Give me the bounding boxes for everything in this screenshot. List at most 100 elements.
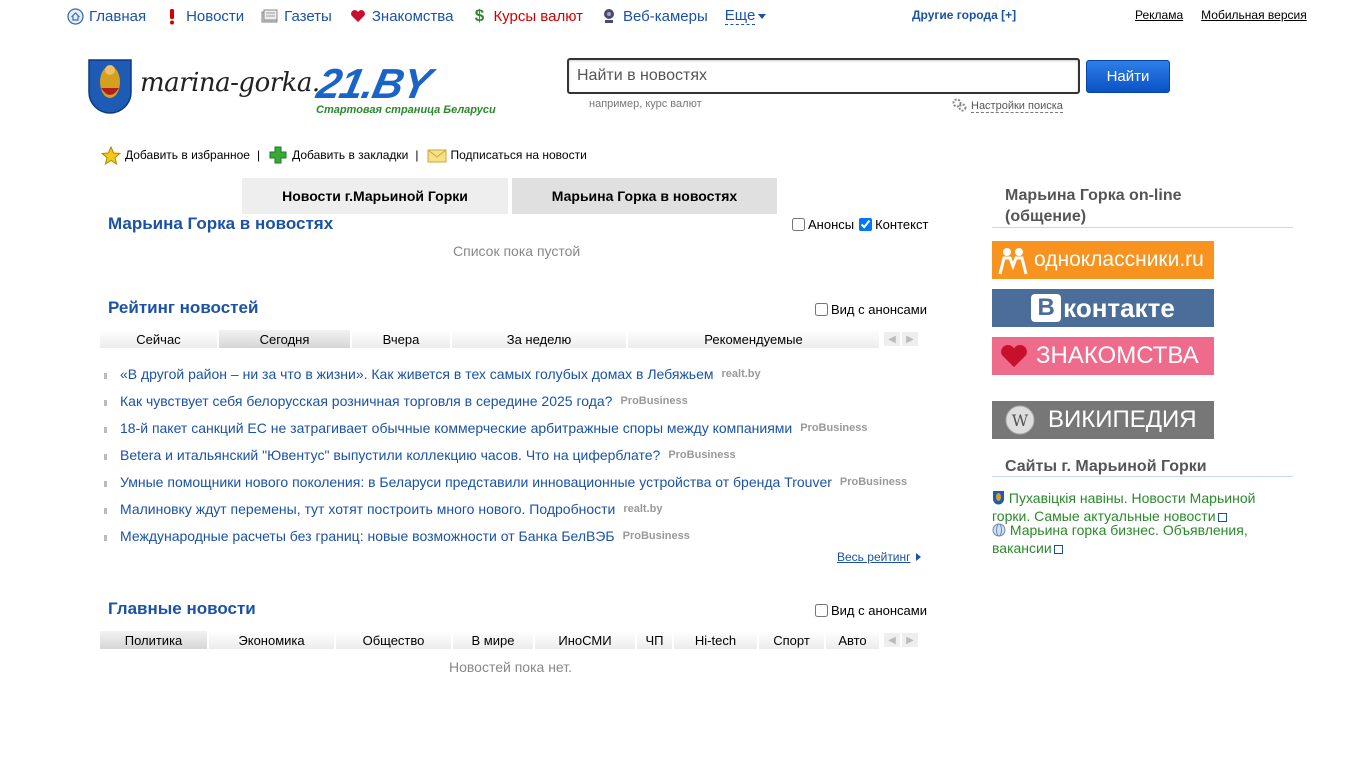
all-rating-link[interactable]: Весь рейтинг [837, 550, 921, 564]
vk-icon: В [1031, 294, 1062, 322]
newspaper-icon [261, 7, 279, 25]
search-input[interactable]: Найти в новостях [567, 58, 1080, 94]
arrow-right-icon[interactable]: ▶ [902, 633, 918, 647]
wikipedia-banner[interactable]: W ВИКИПЕДИЯ [992, 401, 1214, 439]
tab-society[interactable]: Общество [336, 631, 453, 649]
vkontakte-label: контакте [1063, 292, 1175, 323]
odnoklassniki-banner[interactable]: одноклассники.ru [992, 241, 1214, 279]
city-logo-text[interactable]: marina-gorka. [140, 68, 320, 98]
home-icon [66, 7, 84, 25]
arrow-left-icon[interactable]: ◀ [884, 332, 900, 346]
tab-auto[interactable]: Авто [826, 631, 881, 649]
rating-tab-recommended[interactable]: Рекомендуемые [628, 330, 881, 348]
wikipedia-label: ВИКИПЕДИЯ [1048, 406, 1197, 433]
site-link-business[interactable]: Марьина горка бизнес. Объявления, ваканс… [992, 522, 1282, 556]
nav-dating[interactable]: Знакомства [349, 7, 453, 25]
main-news-tab-arrows: ◀ ▶ [884, 631, 918, 649]
search-button[interactable]: Найти [1086, 60, 1170, 93]
arrow-left-icon[interactable]: ◀ [884, 633, 900, 647]
webcam-icon [600, 7, 618, 25]
in-news-empty: Список пока пустой [453, 243, 581, 259]
brand-slogan: Стартовая страница Беларуси [316, 104, 496, 116]
news-source: realt.by [721, 367, 761, 380]
tab-sport[interactable]: Спорт [759, 631, 826, 649]
nav-currency[interactable]: $ Курсы валют [470, 6, 583, 25]
rating-announces-toggle[interactable]: Вид с анонсами [815, 302, 927, 317]
site-label: Марьина горка бизнес. Объявления, ваканс… [992, 522, 1248, 556]
nav-newspapers[interactable]: Газеты [261, 7, 332, 25]
news-source: ProBusiness [839, 475, 908, 488]
news-link[interactable]: Международные расчеты без границ: новые … [120, 528, 615, 544]
other-cities-link[interactable]: Другие города [+] [912, 8, 1016, 22]
gear-icon [952, 98, 967, 115]
odnoklassniki-icon [992, 241, 1034, 279]
wikipedia-icon: W [992, 404, 1048, 436]
rating-tab-yesterday[interactable]: Вчера [352, 330, 452, 348]
announces-checkbox[interactable]: Анонсы Контекст [792, 217, 928, 232]
add-favorite-link[interactable]: Добавить в избранное [125, 148, 250, 162]
plus-icon [267, 145, 289, 165]
main-news-tabs: Политика Экономика Общество В мире ИноСМ… [100, 631, 918, 649]
envelope-icon [426, 145, 448, 165]
vkontakte-banner[interactable]: В контакте [992, 289, 1214, 327]
dating-label: ЗНАКОМСТВА [1036, 342, 1199, 369]
globe-icon [992, 523, 1006, 540]
news-source: ProBusiness [622, 529, 690, 542]
mobile-version-link[interactable]: Мобильная версия [1201, 8, 1307, 22]
list-item: Международные расчеты без границ: новые … [104, 522, 924, 549]
rating-tab-week[interactable]: За неделю [452, 330, 628, 348]
tab-local-news[interactable]: Новости г.Марьиной Горки [242, 178, 508, 214]
news-link[interactable]: Умные помощники нового поколения: в Бела… [120, 474, 832, 490]
rating-tab-now[interactable]: Сейчас [100, 330, 219, 348]
sites-title: Сайты г. Марьиной Горки [1005, 458, 1207, 475]
nav-webcams[interactable]: Веб-камеры [600, 7, 708, 25]
tab-foreign-media[interactable]: ИноСМИ [535, 631, 637, 649]
tab-politics[interactable]: Политика [100, 631, 209, 649]
announces-checkbox-input[interactable] [792, 218, 805, 231]
tab-incidents[interactable]: ЧП [637, 631, 674, 649]
news-source: realt.by [623, 502, 663, 515]
list-item: Как чувствует себя белорусская розничная… [104, 387, 924, 414]
subscribe-link[interactable]: Подписаться на новости [451, 148, 587, 162]
main-news-announces-checkbox[interactable] [815, 604, 828, 617]
external-link-icon [1217, 513, 1227, 522]
crest-icon [992, 490, 1005, 508]
announces-label: Анонсы [808, 217, 855, 232]
news-link[interactable]: Betera и итальянский "Ювентус" выпустили… [120, 447, 660, 463]
tab-economy[interactable]: Экономика [209, 631, 336, 649]
nav-home[interactable]: Главная [66, 7, 146, 25]
news-link[interactable]: 18-й пакет санкций ЕС не затрагивает обы… [120, 420, 792, 436]
news-link[interactable]: Малиновку ждут перемены, тут хотят постр… [120, 501, 615, 517]
rating-tab-today[interactable]: Сегодня [219, 330, 352, 348]
nav-more[interactable]: Еще [724, 7, 767, 25]
action-links: Добавить в избранное | Добавить в заклад… [100, 145, 587, 165]
tab-hitech[interactable]: Hi-tech [674, 631, 759, 649]
exclamation-icon [163, 7, 181, 25]
city-crest-logo[interactable] [87, 58, 133, 114]
dollar-icon: $ [474, 6, 485, 25]
dating-banner[interactable]: ЗНАКОМСТВА [992, 337, 1214, 375]
search-settings-link[interactable]: Настройки поиска [952, 98, 1063, 115]
site-link-pukhavichy[interactable]: Пухавіцкія навіны. Новости Марьиной горк… [992, 490, 1282, 524]
context-checkbox-input[interactable] [859, 218, 873, 231]
rating-title: Рейтинг новостей [108, 298, 259, 317]
main-news-announces-label: Вид с анонсами [831, 603, 927, 618]
tab-world[interactable]: В мире [453, 631, 535, 649]
nav-news[interactable]: Новости [163, 7, 244, 25]
ads-link[interactable]: Реклама [1135, 8, 1183, 22]
main-news-announces-toggle[interactable]: Вид с анонсами [815, 603, 927, 618]
online-title: Марьина Горка on-line (общение) [1005, 187, 1182, 225]
chevron-down-icon [758, 13, 767, 19]
arrow-right-icon[interactable]: ▶ [902, 332, 918, 346]
add-bookmark-link[interactable]: Добавить в закладки [292, 148, 408, 162]
nav-webcams-label: Веб-камеры [622, 7, 708, 25]
in-news-title: Марьина Горка в новостях [108, 214, 334, 233]
list-item: «В другой район – ни за что в жизни». Ка… [104, 360, 924, 387]
tab-in-news[interactable]: Марьина Горка в новостях [512, 178, 777, 214]
site-label: Пухавіцкія навіны. Новости Марьиной горк… [992, 490, 1256, 524]
news-link[interactable]: «В другой район – ни за что в жизни». Ка… [120, 366, 714, 382]
news-link[interactable]: Как чувствует себя белорусская розничная… [120, 393, 612, 409]
rating-announces-checkbox[interactable] [815, 303, 828, 316]
odnoklassniki-label: одноклассники.ru [1034, 248, 1204, 271]
brand-logo[interactable]: 21.BY [313, 60, 435, 108]
